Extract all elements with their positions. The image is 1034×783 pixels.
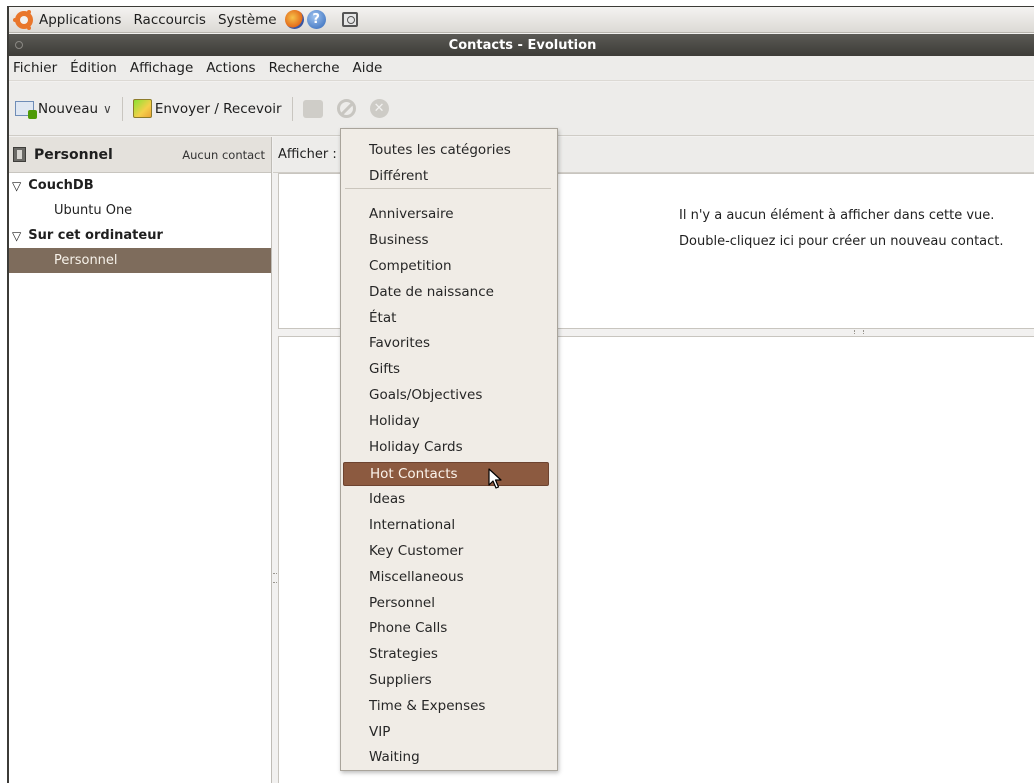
- stop-icon[interactable]: [336, 99, 356, 118]
- screenshot-icon[interactable]: [341, 12, 358, 27]
- menu-file[interactable]: Fichier: [13, 60, 57, 76]
- menu-item[interactable]: Time & Expenses: [341, 694, 557, 718]
- menu-item[interactable]: Suppliers: [341, 668, 557, 692]
- menu-item[interactable]: Goals/Objectives: [341, 383, 557, 407]
- menu-edit[interactable]: Édition: [70, 60, 117, 76]
- window-titlebar[interactable]: Contacts - Evolution: [9, 34, 1034, 56]
- tree-item-personnel[interactable]: Personnel: [9, 248, 271, 273]
- window-menu-icon[interactable]: [15, 41, 23, 49]
- tree-group-couchdb[interactable]: ▽ CouchDB: [9, 173, 271, 198]
- menu-item[interactable]: Favorites: [341, 331, 557, 355]
- system-menu[interactable]: Système: [218, 12, 277, 28]
- toolbar-separator: [121, 96, 123, 121]
- menu-item[interactable]: Phone Calls: [341, 616, 557, 640]
- show-label: Afficher :: [278, 147, 337, 162]
- help-icon[interactable]: ?: [306, 10, 326, 29]
- menu-item[interactable]: Ideas: [341, 487, 557, 511]
- create-hint[interactable]: Double-cliquez ici pour créer un nouveau…: [679, 234, 1004, 249]
- tree-group-local[interactable]: ▽ Sur cet ordinateur: [9, 223, 271, 248]
- send-receive-button[interactable]: Envoyer / Recevoir: [132, 99, 282, 118]
- menu-item[interactable]: Date de naissance: [341, 280, 557, 304]
- menu-item[interactable]: Toutes les catégories: [341, 138, 557, 162]
- expander-triangle-icon[interactable]: ▽: [12, 229, 21, 243]
- new-button[interactable]: Nouveau ∨: [15, 100, 112, 119]
- tree-item-ubuntu-one[interactable]: Ubuntu One: [9, 198, 271, 223]
- category-dropdown-menu: Toutes les catégories Différent Annivers…: [340, 128, 558, 771]
- menu-item[interactable]: Competition: [341, 254, 557, 278]
- expander-triangle-icon[interactable]: ▽: [12, 179, 21, 193]
- ubuntu-logo-icon[interactable]: [13, 10, 33, 29]
- contact-count: Aucun contact: [182, 147, 265, 162]
- menu-item[interactable]: Strategies: [341, 642, 557, 666]
- menu-search[interactable]: Recherche: [269, 60, 340, 76]
- places-menu[interactable]: Raccourcis: [133, 12, 205, 28]
- applications-menu[interactable]: Applications: [39, 12, 121, 28]
- menu-view[interactable]: Affichage: [130, 60, 193, 76]
- menu-item[interactable]: Différent: [341, 164, 557, 188]
- chevron-down-icon[interactable]: ∨: [103, 102, 112, 116]
- sidebar-splitter[interactable]: [273, 573, 277, 583]
- menu-item[interactable]: État: [341, 306, 557, 330]
- menu-item[interactable]: International: [341, 513, 557, 537]
- sidebar-title: Personnel: [34, 146, 113, 163]
- new-contact-icon: [15, 101, 37, 119]
- tree-group-label: CouchDB: [28, 178, 94, 193]
- mouse-pointer-icon: [488, 468, 502, 489]
- send-receive-icon: [132, 99, 152, 118]
- menu-item[interactable]: Holiday Cards: [341, 435, 557, 459]
- address-book-icon: [13, 147, 26, 162]
- top-panel: Applications Raccourcis Système ?: [9, 7, 1034, 33]
- cancel-icon[interactable]: ✕: [369, 99, 389, 118]
- menu-item[interactable]: Miscellaneous: [341, 565, 557, 589]
- pane-splitter[interactable]: [854, 330, 864, 334]
- empty-message: Il n'y a aucun élément à afficher dans c…: [679, 208, 995, 223]
- menu-item-highlighted[interactable]: Hot Contacts: [343, 462, 549, 486]
- new-button-label: Nouveau: [38, 100, 99, 117]
- sidebar-header: Personnel Aucun contact: [9, 137, 271, 173]
- menu-item[interactable]: Holiday: [341, 409, 557, 433]
- menu-help[interactable]: Aide: [353, 60, 383, 76]
- menu-item[interactable]: Anniversaire: [341, 202, 557, 226]
- menu-actions[interactable]: Actions: [206, 60, 255, 76]
- menu-separator: [345, 188, 551, 189]
- firefox-icon[interactable]: [284, 10, 304, 29]
- toolbar-separator: [291, 96, 293, 121]
- address-book-sidebar: Personnel Aucun contact ▽ CouchDB Ubuntu…: [9, 137, 272, 783]
- menu-item[interactable]: Business: [341, 228, 557, 252]
- menu-item[interactable]: Waiting: [341, 745, 557, 769]
- menu-item[interactable]: VIP: [341, 720, 557, 744]
- send-receive-label: Envoyer / Recevoir: [154, 100, 282, 117]
- window-title: Contacts - Evolution: [448, 37, 597, 53]
- menu-bar: Fichier Édition Affichage Actions Recher…: [9, 56, 1034, 81]
- menu-item[interactable]: Key Customer: [341, 539, 557, 563]
- print-icon[interactable]: [302, 99, 323, 118]
- menu-item[interactable]: Personnel: [341, 591, 557, 615]
- tree-group-label: Sur cet ordinateur: [28, 228, 163, 243]
- menu-item[interactable]: Gifts: [341, 357, 557, 381]
